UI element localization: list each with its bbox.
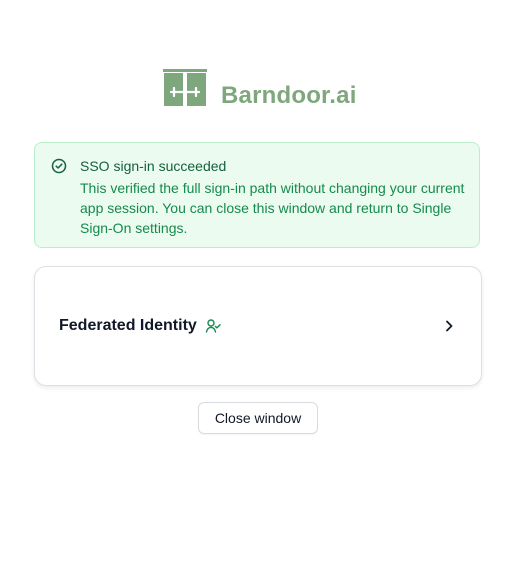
- close-window-button[interactable]: Close window: [198, 402, 318, 434]
- user-check-icon: [205, 319, 221, 333]
- chevron-right-icon[interactable]: [441, 318, 457, 334]
- federated-identity-heading: Federated Identity: [59, 317, 221, 335]
- check-circle-icon: [51, 158, 67, 174]
- brand-logo: Barndoor.ai: [163, 68, 357, 108]
- sso-success-alert: SSO sign-in succeeded This verified the …: [34, 142, 480, 248]
- brand-name: Barndoor.ai: [221, 82, 357, 109]
- federated-identity-card[interactable]: Federated Identity: [34, 266, 482, 386]
- alert-content: SSO sign-in succeeded This verified the …: [80, 157, 465, 247]
- alert-message: This verified the full sign-in path with…: [80, 180, 465, 236]
- federated-identity-title: Federated Identity: [59, 317, 197, 334]
- barn-door-logo-icon: [163, 69, 207, 106]
- alert-title: SSO sign-in succeeded: [80, 158, 227, 174]
